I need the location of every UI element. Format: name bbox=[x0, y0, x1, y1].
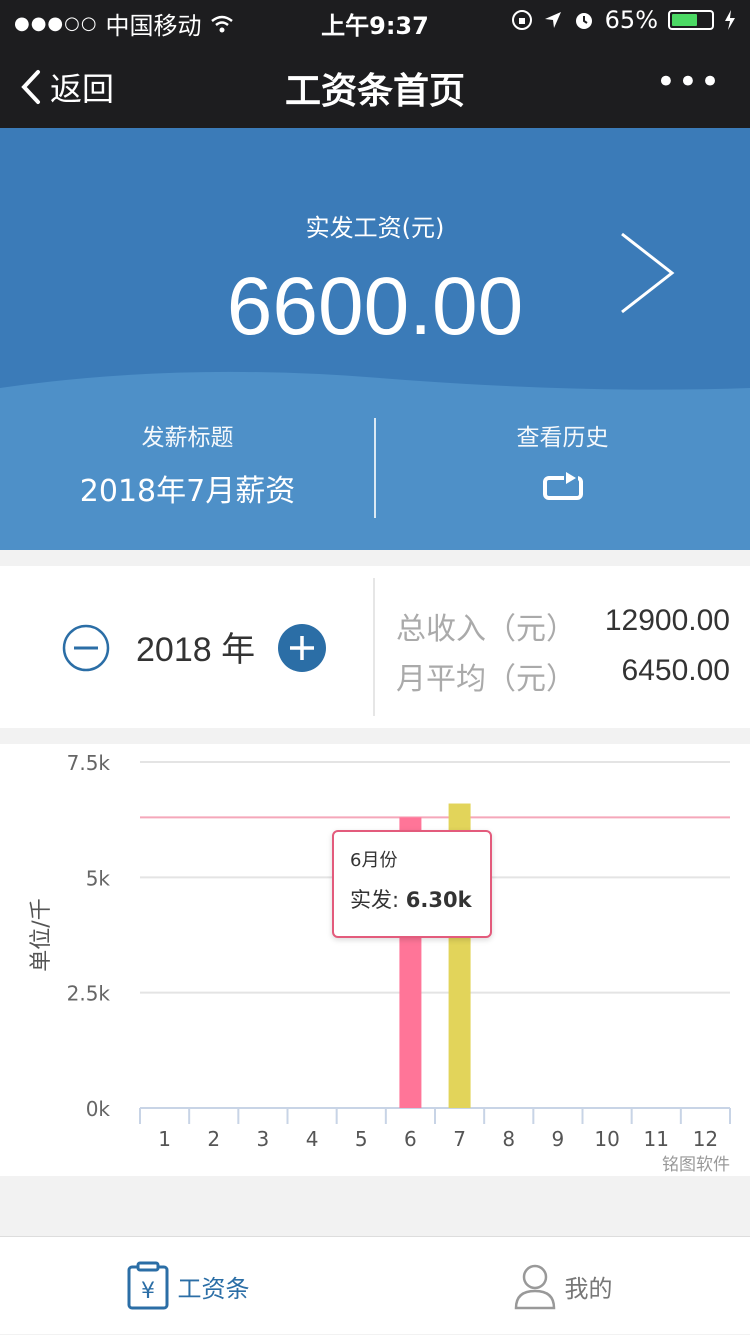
tooltip-key: 实发: bbox=[350, 888, 400, 912]
pay-title-value: 2018年7月薪资 bbox=[79, 474, 296, 509]
x-tick-label: 3 bbox=[257, 1127, 270, 1151]
more-button[interactable]: ••• bbox=[656, 62, 722, 102]
y-axis-label: 单位/千 bbox=[29, 898, 54, 971]
minus-circle-icon bbox=[62, 624, 110, 672]
total-income-value: 12900.00 bbox=[604, 604, 730, 637]
watermark: 铭图软件 bbox=[662, 1155, 730, 1175]
x-tick-label: 7 bbox=[453, 1127, 466, 1151]
salary-hero: 实发工资(元) 6600.00 发薪标题 2018年7月薪资 查看历史 bbox=[0, 128, 750, 550]
x-tick-label: 9 bbox=[552, 1127, 565, 1151]
tab-mine[interactable]: 我的 bbox=[375, 1237, 750, 1335]
x-tick-label: 12 bbox=[693, 1127, 718, 1151]
y-tick-label: 2.5k bbox=[67, 982, 111, 1006]
orientation-lock-icon bbox=[511, 10, 532, 30]
monthly-average-row: 月平均（元） 6450.00 bbox=[396, 654, 730, 698]
pay-title-label: 发薪标题 bbox=[141, 425, 234, 451]
y-tick-label: 7.5k bbox=[67, 751, 111, 775]
page-title: 工资条首页 bbox=[284, 71, 465, 112]
year-increment-button[interactable] bbox=[278, 624, 326, 672]
history-icon-wrap bbox=[375, 470, 750, 506]
detail-arrow-button[interactable] bbox=[618, 230, 678, 320]
year-label: 2018 年 bbox=[136, 631, 256, 669]
svg-text:¥: ¥ bbox=[141, 1279, 155, 1304]
chevron-right-icon bbox=[621, 232, 675, 314]
bar-chart: 0k2.5k5k7.5k单位/千1 2 3 4 5 6 7 8 9 10 11 12 bbox=[29, 751, 731, 1151]
history-label: 查看历史 bbox=[516, 425, 609, 451]
x-tick-label: 4 bbox=[306, 1127, 319, 1151]
year-panel-divider bbox=[373, 578, 375, 716]
tooltip-value: 6.30k bbox=[405, 888, 472, 912]
status-right: 65% bbox=[511, 6, 736, 34]
plus-circle-icon bbox=[278, 624, 326, 672]
total-income-row: 总收入（元） 12900.00 bbox=[396, 604, 730, 648]
alarm-icon bbox=[575, 13, 592, 29]
monthly-pay-chart: 0k 2.5k 5k 7.5k 单位/千 1 2 3 4 5 6 7 8 9 10 11 12 6月份 实发: … bbox=[0, 744, 750, 1176]
tab-payslip[interactable]: ¥ 工资条 bbox=[0, 1237, 375, 1335]
tab-payslip-label: 工资条 bbox=[177, 1274, 250, 1303]
chart-tooltip: 6月份 实发: 6.30k bbox=[332, 830, 492, 938]
x-tick-label: 11 bbox=[644, 1127, 669, 1151]
x-tick-label: 1 bbox=[158, 1127, 171, 1151]
top-bar: ●●●○○ 中国移动 上午9:37 65% 返回 工资条首页 ••• bbox=[0, 0, 750, 128]
tooltip-line: 实发: 6.30k bbox=[350, 884, 474, 914]
payslip-icon: ¥ bbox=[127, 1261, 168, 1310]
status-bar: ●●●○○ 中国移动 上午9:37 65% bbox=[0, 0, 750, 40]
charging-icon bbox=[725, 10, 735, 30]
pay-title-block: 发薪标题 2018年7月薪资 bbox=[0, 418, 375, 510]
y-tick-label: 5k bbox=[86, 866, 111, 890]
x-tick-label: 8 bbox=[502, 1127, 515, 1151]
year-decrement-button[interactable] bbox=[62, 624, 110, 672]
battery-icon bbox=[668, 10, 714, 30]
tab-mine-label: 我的 bbox=[564, 1274, 613, 1303]
tab-bar: ¥ 工资条 我的 bbox=[0, 1236, 750, 1334]
x-tick-label: 5 bbox=[355, 1127, 368, 1151]
monthly-average-value: 6450.00 bbox=[621, 654, 730, 687]
tooltip-month: 6月份 bbox=[350, 850, 398, 871]
history-button[interactable]: 查看历史 bbox=[375, 418, 750, 506]
monthly-average-label: 月平均（元） bbox=[396, 662, 576, 697]
user-icon bbox=[514, 1264, 555, 1310]
total-income-label: 总收入（元） bbox=[396, 612, 576, 647]
location-icon bbox=[544, 12, 561, 28]
x-tick-label: 6 bbox=[404, 1127, 417, 1151]
y-tick-label: 0k bbox=[86, 1097, 111, 1121]
x-tick-label: 10 bbox=[594, 1127, 619, 1151]
nav-bar: 返回 工资条首页 ••• bbox=[0, 40, 750, 128]
repeat-icon bbox=[542, 472, 583, 500]
year-summary-panel: 2018 年 总收入（元） 12900.00 月平均（元） 6450.00 bbox=[0, 566, 750, 728]
battery-percent: 65% bbox=[604, 6, 658, 34]
x-tick-label: 2 bbox=[207, 1127, 220, 1151]
